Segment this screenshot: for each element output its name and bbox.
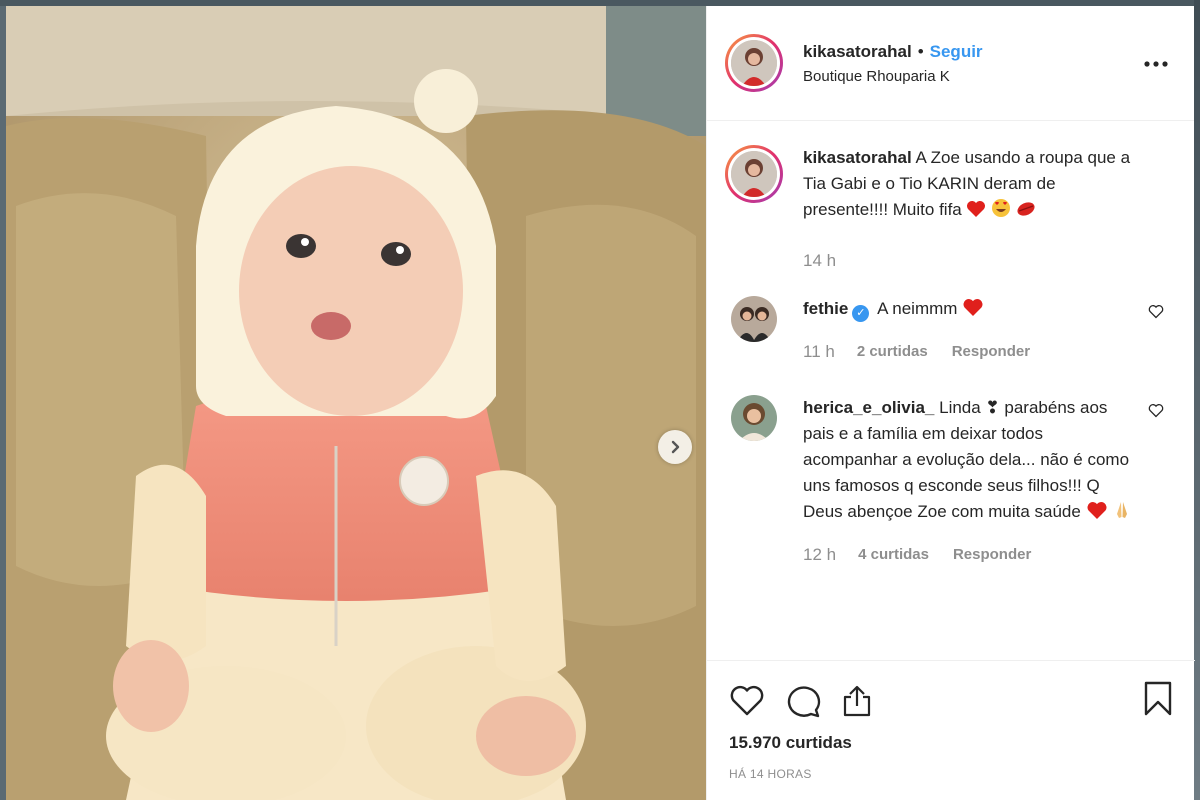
- heart-icon: [730, 685, 764, 715]
- avatar-border: [728, 37, 780, 89]
- comment-username[interactable]: fethie: [803, 299, 848, 318]
- caption-body: kikasatorahal A Zoe usando a roupa que a…: [803, 145, 1133, 274]
- comment-text: A neimmm: [877, 299, 958, 318]
- comment-avatar[interactable]: [731, 296, 777, 342]
- header-text: kikasatorahal • Seguir Boutique Rhoupari…: [803, 42, 983, 85]
- comment-button[interactable]: [785, 684, 821, 723]
- share-button[interactable]: [841, 684, 873, 723]
- chevron-right-icon: [671, 440, 680, 454]
- heart-outline-icon: [1148, 404, 1164, 418]
- comment-icon: [787, 685, 821, 717]
- kiss-mark-emoji-icon: [1016, 200, 1036, 226]
- post-location[interactable]: Boutique Rhouparia K: [803, 68, 983, 85]
- action-icon-row: [707, 661, 1195, 725]
- comment-time[interactable]: 11 h: [803, 339, 835, 365]
- post-actions: 15.970 curtidas HÁ 14 HORAS: [707, 660, 1195, 800]
- caption-avatar[interactable]: [725, 145, 783, 203]
- like-comment-button[interactable]: [1148, 403, 1164, 423]
- comment-text-line: fethie ✓ A neimmm: [803, 296, 1133, 325]
- verified-badge-icon: ✓: [852, 304, 870, 322]
- comment-time[interactable]: 12 h: [803, 542, 836, 568]
- caption-avatar-border: [728, 148, 780, 200]
- post-header: kikasatorahal • Seguir Boutique Rhoupari…: [707, 6, 1194, 121]
- comment-body: fethie ✓ A neimmm 11 h 2 curtidas Respond…: [803, 296, 1133, 365]
- comment-username[interactable]: herica_e_olivia_: [803, 398, 934, 417]
- follow-button[interactable]: Seguir: [930, 42, 983, 62]
- caption-username[interactable]: kikasatorahal: [803, 148, 912, 167]
- post-timestamp[interactable]: HÁ 14 HORAS: [707, 767, 1195, 781]
- comment-avatar[interactable]: [731, 395, 777, 441]
- caption-time[interactable]: 14 h: [803, 248, 836, 274]
- comments-list: kikasatorahal A Zoe usando a roupa que a…: [707, 121, 1194, 666]
- comment-likes[interactable]: 4 curtidas: [858, 542, 929, 568]
- post-side-panel: kikasatorahal • Seguir Boutique Rhoupari…: [706, 6, 1195, 800]
- header-user-line: kikasatorahal • Seguir: [803, 42, 983, 62]
- next-photo-button[interactable]: [658, 430, 692, 464]
- heart-emoji-icon: [1086, 501, 1108, 528]
- avatar[interactable]: [725, 34, 783, 92]
- heart-outline-icon: [1148, 305, 1164, 319]
- share-icon: [843, 685, 871, 716]
- more-options-button[interactable]: [1144, 54, 1168, 72]
- save-button[interactable]: [1143, 681, 1173, 722]
- caption-meta: 14 h: [803, 248, 1133, 274]
- bookmark-icon: [1144, 681, 1172, 716]
- like-button[interactable]: [729, 685, 765, 722]
- comment-text-line: herica_e_olivia_ Linda ❣ parabéns aos pa…: [803, 395, 1133, 528]
- heart-eyes-emoji-icon: [991, 198, 1011, 226]
- comment: fethie ✓ A neimmm 11 h 2 curtidas Respond…: [725, 296, 1174, 365]
- caption-avatar-image: [731, 151, 777, 197]
- heart-emoji-icon: [966, 200, 986, 226]
- praying-hands-emoji-icon: [1112, 500, 1132, 528]
- post-username[interactable]: kikasatorahal: [803, 42, 912, 62]
- comment-meta: 12 h 4 curtidas Responder: [803, 542, 1133, 568]
- reply-button[interactable]: Responder: [952, 339, 1030, 365]
- baby-photo-illustration: [6, 6, 706, 800]
- caption: kikasatorahal A Zoe usando a roupa que a…: [725, 145, 1174, 274]
- caption-text-line: kikasatorahal A Zoe usando a roupa que a…: [803, 145, 1133, 226]
- more-options-icon: [1144, 61, 1168, 67]
- comment-meta: 11 h 2 curtidas Responder: [803, 339, 1133, 365]
- avatar-image: [731, 40, 777, 86]
- heart-emoji-icon: [962, 298, 984, 325]
- comment-likes[interactable]: 2 curtidas: [857, 339, 928, 365]
- like-comment-button[interactable]: [1148, 304, 1164, 324]
- post-photo[interactable]: [6, 6, 706, 800]
- comment: herica_e_olivia_ Linda ❣ parabéns aos pa…: [725, 395, 1174, 568]
- post-likes-count[interactable]: 15.970 curtidas: [707, 733, 1195, 753]
- reply-button[interactable]: Responder: [953, 542, 1031, 568]
- comment-body: herica_e_olivia_ Linda ❣ parabéns aos pa…: [803, 395, 1133, 568]
- separator-dot: •: [917, 41, 924, 61]
